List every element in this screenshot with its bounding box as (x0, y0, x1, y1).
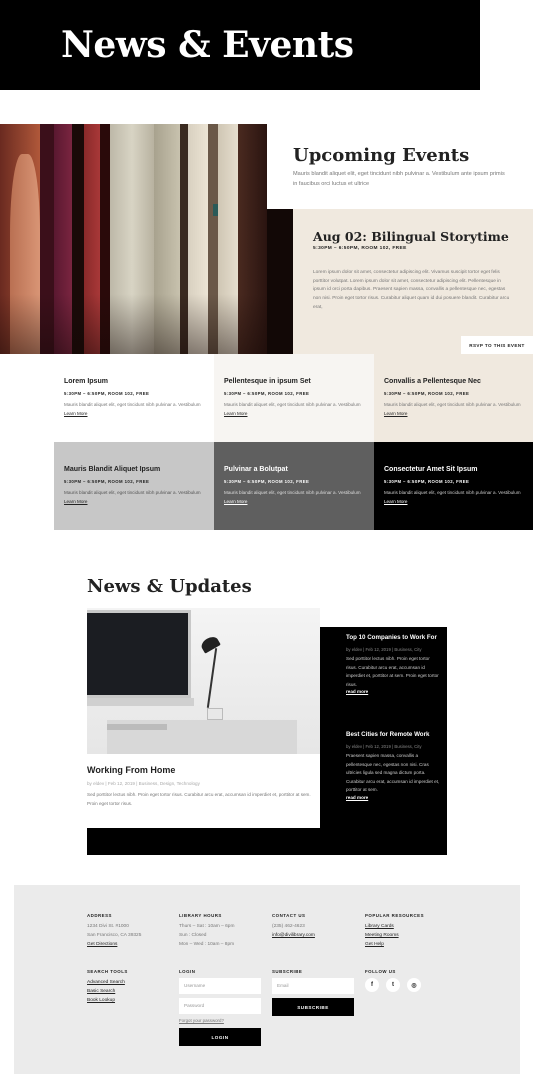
event-title: Lorem Ipsum (64, 378, 108, 385)
learn-more-link[interactable]: Learn More (384, 499, 408, 504)
news-side-description: Praesent sapien massa, convallis a pelle… (346, 753, 440, 793)
read-more-link[interactable]: read more (346, 795, 441, 800)
learn-more-link[interactable]: Learn More (384, 411, 408, 416)
news-side-item: Best Cities for Remote Work by eldev | F… (346, 731, 441, 800)
facebook-icon[interactable]: f (365, 978, 379, 992)
section-title-news: News & Updates (87, 576, 252, 597)
event-title: Mauris Blandit Aliquet Ipsum (64, 466, 161, 473)
rsvp-button[interactable]: RSVP TO THIS EVENT (461, 336, 533, 354)
hero-banner: News & Events (0, 0, 480, 90)
follow-heading: FOLLOW US (365, 969, 396, 974)
event-title: Pulvinar a Bolutpat (224, 466, 288, 473)
learn-more-link[interactable]: Learn More (64, 411, 88, 416)
instagram-icon[interactable]: ◎ (407, 978, 421, 992)
hours-line: Mon – Wed : 10am – 8pm (179, 942, 235, 947)
news-side-meta: by eldev | Feb 12, 2019 | Business, City (346, 647, 422, 652)
news-main-description: Sed porttitor lectus nibh. Proin eget to… (87, 792, 311, 806)
subscribe-button[interactable]: SUBSCRIBE (272, 998, 354, 1016)
event-meta: 5:30PM – 6:50PM, ROOM 102, FREE (64, 479, 150, 484)
learn-more-link[interactable]: Learn More (224, 411, 248, 416)
upcoming-description: Mauris blandit aliquet elit, eget tincid… (293, 171, 505, 187)
hours-heading: LIBRARY HOURS (179, 913, 222, 918)
image-shadow-block (267, 209, 293, 354)
get-directions-link[interactable]: Get Directions (87, 940, 117, 950)
event-card: Consectetur Amet Sit Ipsum 5:30PM – 6:50… (374, 442, 533, 530)
event-card: Mauris Blandit Aliquet Ipsum 5:30PM – 6:… (54, 442, 214, 530)
section-title-upcoming: Upcoming Events (293, 145, 470, 166)
footer: ADDRESS 1234 Divi St. #1000 San Francisc… (14, 885, 520, 1074)
news-side-title[interactable]: Top 10 Companies to Work For (346, 634, 441, 641)
contact-heading: CONTACT US (272, 913, 306, 918)
featured-event-description: Lorem ipsum dolor sit amet, consectetur … (313, 270, 510, 310)
event-description: Mauris blandit aliquet elit, eget tincid… (64, 490, 201, 495)
learn-more-link[interactable]: Learn More (64, 499, 88, 504)
news-side-meta: by eldev | Feb 12, 2019 | Business, City (346, 744, 422, 749)
news-main-text: Working From Home by eldev | Feb 12, 201… (87, 754, 320, 828)
event-card: Lorem Ipsum 5:30PM – 6:50PM, ROOM 102, F… (54, 354, 214, 442)
search-tools-heading: SEARCH TOOLS (87, 969, 128, 974)
event-meta: 5:30PM – 6:50PM, ROOM 102, FREE (384, 479, 470, 484)
forgot-password-link[interactable]: Forgot your password? (179, 1016, 224, 1026)
event-meta: 5:30PM – 6:50PM, ROOM 102, FREE (224, 391, 310, 396)
event-title: Consectetur Amet Sit Ipsum (384, 466, 478, 473)
featured-event-meta: 5:30PM – 6:50PM, ROOM 102, FREE (313, 246, 407, 251)
event-description: Mauris blandit aliquet elit, eget tincid… (224, 402, 361, 407)
search-tool-link[interactable]: Book Lookup (87, 996, 115, 1006)
page-title: News & Events (61, 24, 354, 66)
news-main-meta: by eldev | Feb 12, 2019 | Business, Desi… (87, 781, 200, 786)
read-more-link[interactable]: read more (346, 689, 441, 694)
resources-heading: POPULAR RESOURCES (365, 913, 424, 918)
login-button[interactable]: LOGIN (179, 1028, 261, 1046)
learn-more-link[interactable]: Learn More (224, 499, 248, 504)
featured-event-title: Aug 02: Bilingual Storytime (313, 229, 509, 244)
event-card: Convallis a Pellentesque Nec 5:30PM – 6:… (374, 354, 533, 442)
library-books-image (0, 124, 267, 354)
event-meta: 5:30PM – 6:50PM, ROOM 102, FREE (64, 391, 150, 396)
featured-event: Aug 02: Bilingual Storytime 5:30PM – 6:5… (293, 209, 533, 354)
workspace-image (87, 608, 320, 754)
address-heading: ADDRESS (87, 913, 112, 918)
contact-email-link[interactable]: info@divilibrary.com (272, 931, 315, 941)
login-heading: LOGIN (179, 969, 196, 974)
event-description: Mauris blandit aliquet elit, eget tincid… (64, 402, 201, 407)
event-meta: 5:30PM – 6:50PM, ROOM 102, FREE (384, 391, 470, 396)
event-title: Pellentesque in ipsum Set (224, 378, 311, 385)
subscribe-email-input[interactable]: Email (272, 978, 354, 994)
event-meta: 5:30PM – 6:50PM, ROOM 102, FREE (224, 479, 310, 484)
news-main-title[interactable]: Working From Home (87, 765, 175, 775)
password-input[interactable]: Password (179, 998, 261, 1014)
event-card: Pellentesque in ipsum Set 5:30PM – 6:50P… (214, 354, 374, 442)
twitter-icon[interactable]: t (386, 978, 400, 992)
news-side-description: Sed porttitor lectus nibh. Proin eget to… (346, 656, 439, 687)
subscribe-heading: SUBSCRIBE (272, 969, 303, 974)
news-side-title[interactable]: Best Cities for Remote Work (346, 731, 441, 738)
username-input[interactable]: Username (179, 978, 261, 994)
event-description: Mauris blandit aliquet elit, eget tincid… (384, 490, 521, 495)
event-description: Mauris blandit aliquet elit, eget tincid… (384, 402, 521, 407)
news-side-item: Top 10 Companies to Work For by eldev | … (346, 634, 441, 694)
event-card: Pulvinar a Bolutpat 5:30PM – 6:50PM, ROO… (214, 442, 374, 530)
resource-link[interactable]: Get Help (365, 940, 384, 950)
event-title: Convallis a Pellentesque Nec (384, 378, 481, 385)
event-description: Mauris blandit aliquet elit, eget tincid… (224, 490, 361, 495)
